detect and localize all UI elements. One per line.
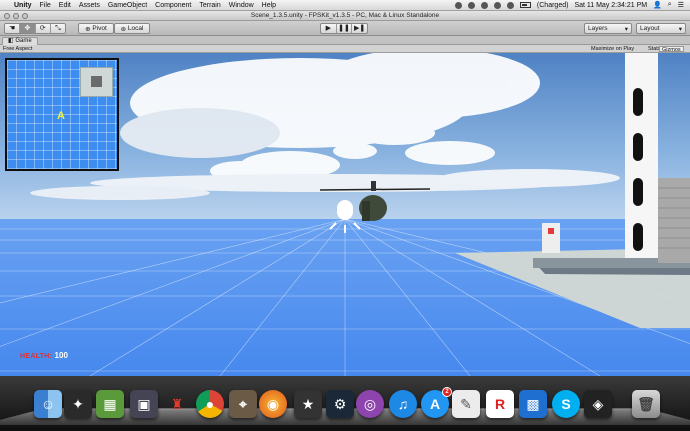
tab-game-label: Game [15,38,32,44]
move-tool-icon[interactable]: ✥ [20,24,36,33]
window-titlebar: Scene_1.3.5.unity - FPSKit_v1.3.5 - PC, … [0,11,690,21]
health-value: 100 [54,351,68,360]
mac-dock: ☺ ✦ ▦ ▣ ♜ ● ⌖ ◉ ★ ⚙ ◎ ♫ A2 ✎ R ▩ S ◈ 🗑 [0,376,690,431]
layers-dropdown[interactable]: Layers ▾ [584,23,632,34]
maximize-on-play-toggle[interactable]: Maximize on Play [591,45,634,53]
local-label: Local [127,25,144,32]
pillar-slot [633,223,643,251]
pivot-label: Pivot [92,25,107,32]
play-controls: ▶ ❚❚ ▶❚ [320,23,368,34]
pivot-button[interactable]: ⊕ Pivot [78,23,114,34]
chrome-icon[interactable]: ● [196,390,224,418]
tab-game[interactable]: ◧ Game [2,37,38,45]
unity-toolbar: ☚ ✥ ⟳ ⤡ ⊕ Pivot ⊛ Local ▶ ❚❚ ▶❚ Layers ▾ … [0,21,690,36]
minimap-player-marker: A [57,110,65,122]
mario-icon[interactable]: ♜ [163,390,191,418]
menu-gameobject[interactable]: GameObject [108,2,147,9]
lego-icon[interactable]: ▩ [519,390,547,418]
mac-menubar: Unity File Edit Assets GameObject Compon… [0,0,690,11]
unity-icon[interactable]: ◈ [584,390,612,418]
menubar-clock[interactable]: Sat 11 May 2:34:21 PM [574,2,647,9]
user-icon[interactable]: 👤 [653,1,662,9]
itunes-icon[interactable]: ♫ [389,390,417,418]
hand-tool-icon[interactable]: ☚ [5,24,21,33]
layout-label: Layout [640,25,660,32]
window-title: Scene_1.3.5.unity - FPSKit_v1.3.5 - PC, … [250,12,440,19]
menu-help[interactable]: Help [262,2,276,9]
close-icon[interactable] [4,13,10,19]
preview-icon[interactable]: ✎ [452,390,480,418]
game-icon[interactable]: ✦ [64,390,92,418]
menu-app-name[interactable]: Unity [14,2,32,9]
health-label: HEALTH: [20,353,53,360]
scale-tool-icon[interactable]: ⤡ [51,24,65,33]
menu-edit[interactable]: Edit [59,2,71,9]
game-view-toolbar: Free Aspect Maximize on Play Stats Gizmo… [0,45,690,53]
menu-terrain[interactable]: Terrain [199,2,220,9]
volume-icon[interactable] [506,1,514,9]
play-button[interactable]: ▶ [321,24,337,33]
chevron-down-icon: ▾ [678,25,682,33]
game-view[interactable]: A HEALTH: 100 [0,53,690,376]
minimize-icon[interactable] [13,13,19,19]
bluetooth-icon[interactable] [480,1,488,9]
menu-component[interactable]: Component [155,2,191,9]
minecraft-icon[interactable]: ▦ [96,390,124,418]
menu-assets[interactable]: Assets [79,2,100,9]
pause-button[interactable]: ❚❚ [337,24,353,33]
panel-tabbar: ◧ Game [0,36,690,45]
steam-icon[interactable]: ⚙ [326,390,354,418]
minimap: A [5,58,119,171]
local-button[interactable]: ⊛ Local [114,23,150,34]
pillar-slot [633,133,643,161]
rotate-tool-icon[interactable]: ⟳ [36,24,51,33]
brick-wall [658,178,690,263]
sync-icon[interactable] [467,1,475,9]
health-display: HEALTH: 100 [20,351,68,360]
transform-tools: ☚ ✥ ⟳ ⤡ [4,23,66,34]
layout-dropdown[interactable]: Layout ▾ [636,23,686,34]
cloud-icon[interactable] [454,1,462,9]
window-controls [4,13,28,19]
battery-status: (Charged) [536,1,569,9]
crate [542,223,560,253]
step-button[interactable]: ▶❚ [352,24,367,33]
app-icon[interactable]: ▣ [130,390,158,418]
iphoto-icon[interactable]: ⌖ [229,390,257,418]
app-store-icon[interactable]: A2 [421,387,452,418]
menubar-tray: (Charged) Sat 11 May 2:34:21 PM 👤 ⌕ ☰ [454,1,690,9]
globe-icon: ⊛ [120,25,128,33]
menu-file[interactable]: File [40,2,51,9]
trash-icon[interactable]: 🗑 [632,390,660,418]
skype-icon[interactable]: S [552,390,580,418]
pivot-icon: ⊕ [85,25,93,33]
menu-window[interactable]: Window [229,2,254,9]
imovie-icon[interactable]: ★ [294,390,322,418]
chevron-down-icon: ▾ [624,25,628,33]
battery-icon[interactable] [519,2,531,8]
firefox-icon[interactable]: ◉ [259,390,287,418]
pillar-slot [633,178,643,206]
layers-label: Layers [588,25,608,32]
zoom-icon[interactable] [22,13,28,19]
gizmos-dropdown[interactable]: Gizmos [659,46,684,53]
podcast-icon[interactable]: ◎ [356,390,384,418]
wifi-icon[interactable] [493,1,501,9]
pillar-slot [633,88,643,116]
app-store-badge: 2 [442,387,452,397]
list-icon[interactable]: ☰ [678,1,684,9]
crate-light [548,228,554,234]
spotlight-icon[interactable]: ⌕ [668,1,672,9]
finder-icon[interactable]: ☺ [34,390,62,418]
roblox-icon[interactable]: R [486,390,514,418]
aspect-dropdown[interactable]: Free Aspect [3,45,32,53]
minimap-building [80,67,113,97]
